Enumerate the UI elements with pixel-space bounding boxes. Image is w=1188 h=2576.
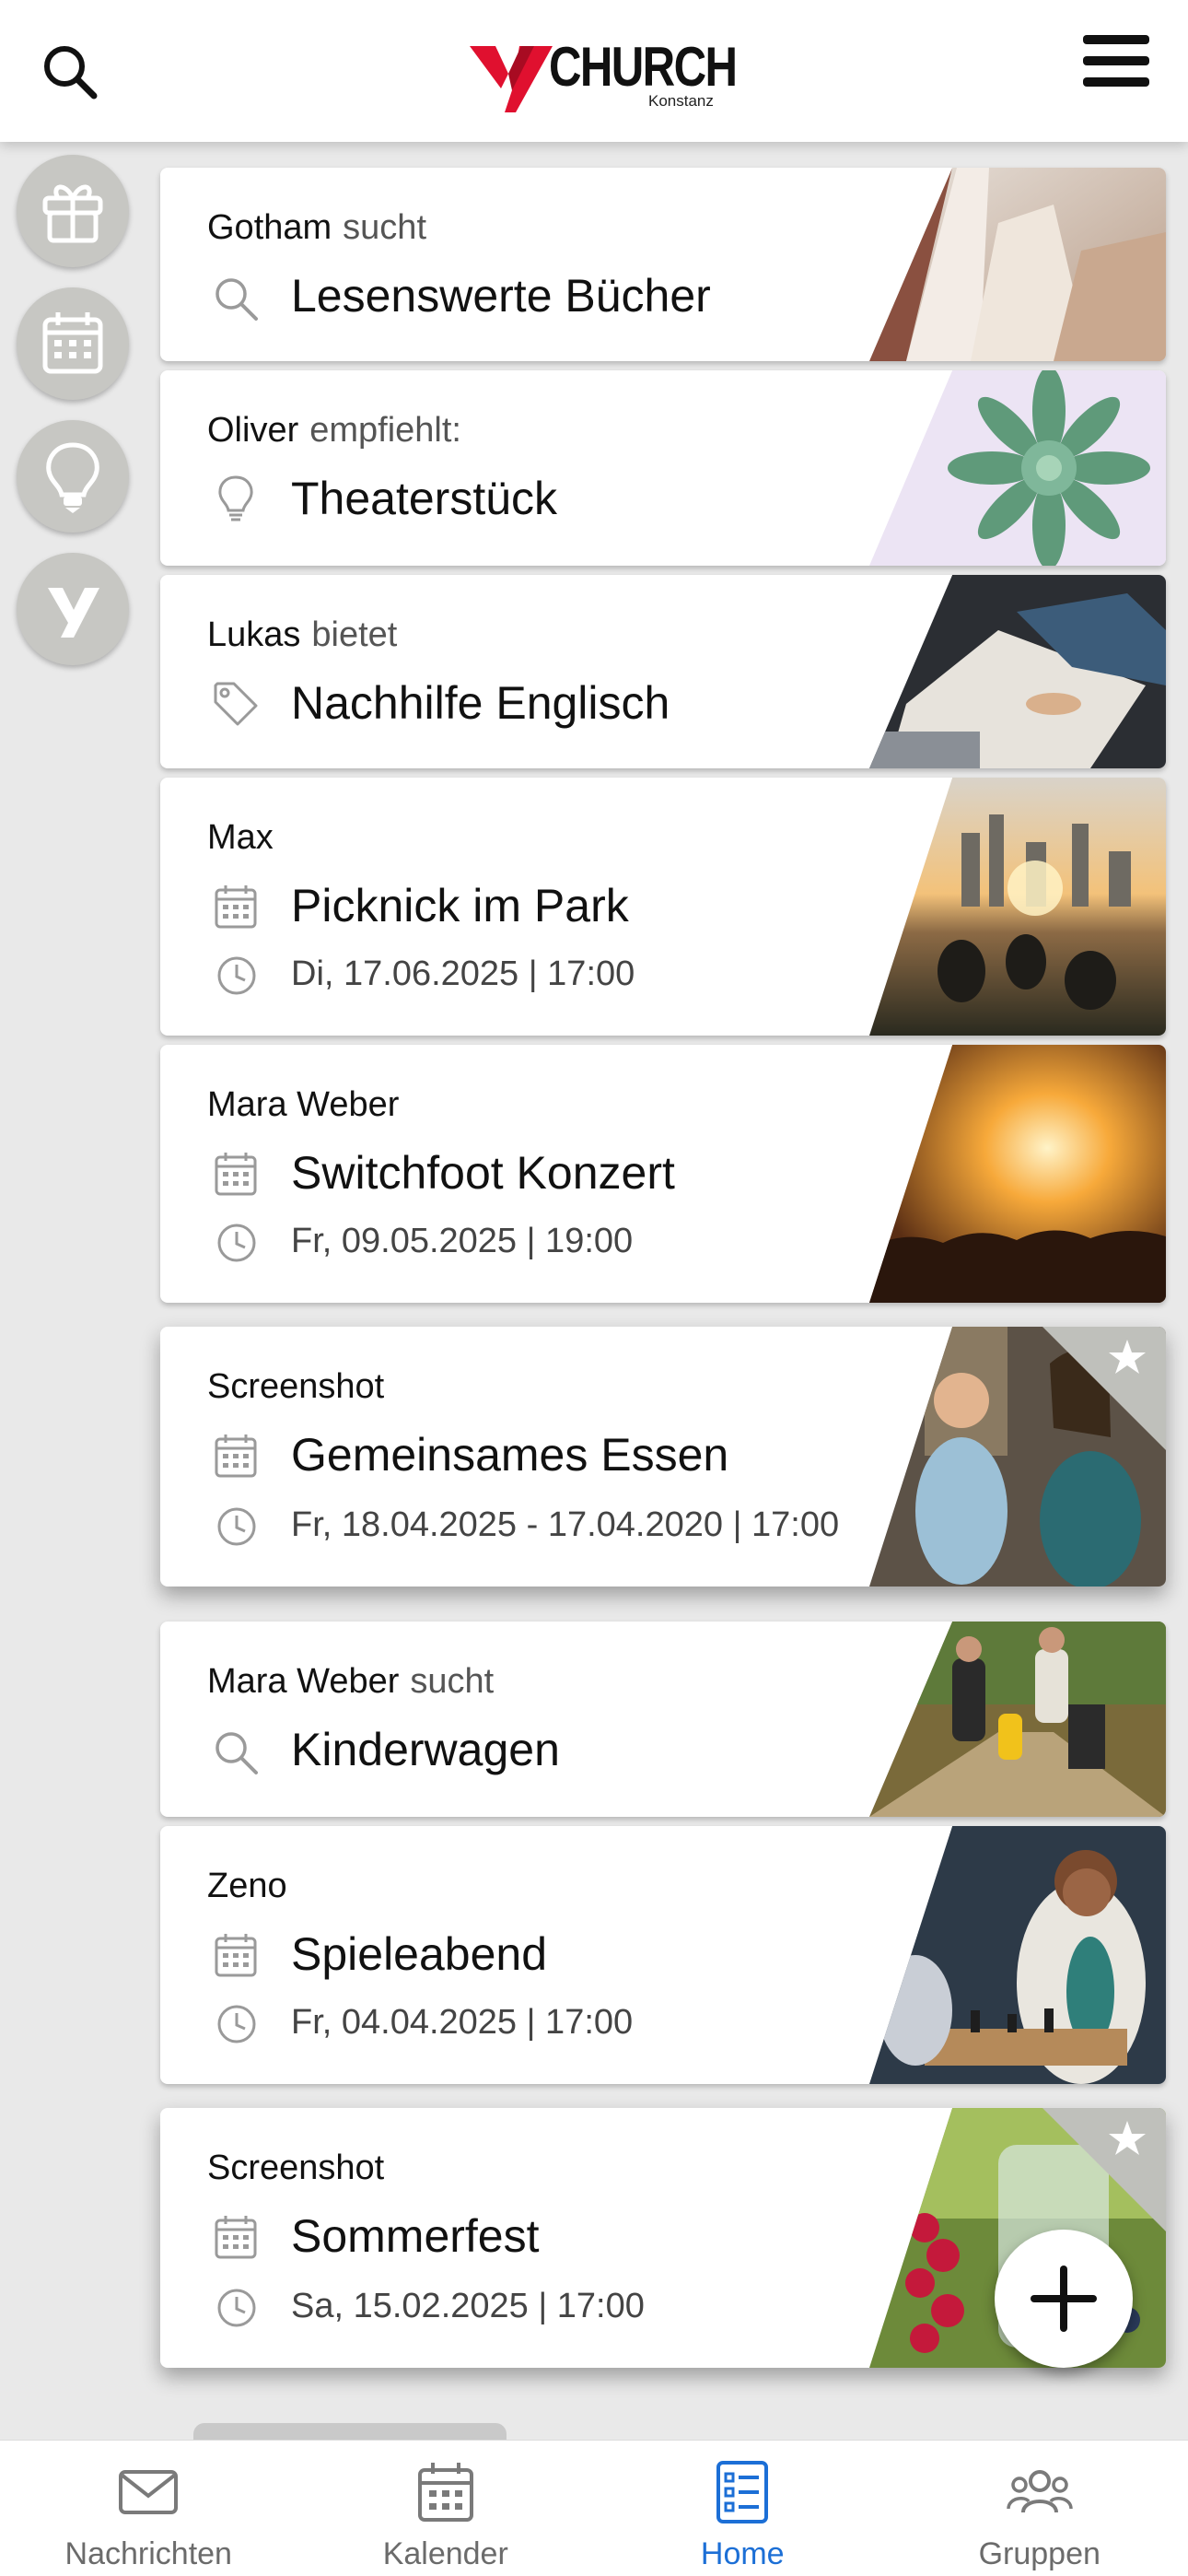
menu-bar [1083, 77, 1149, 87]
card-gemeinsames-essen[interactable]: Screenshot Gemeinsames Essen Fr, 18.04.2… [160, 1327, 1166, 1587]
card-image-picnic [869, 778, 1166, 1036]
lightbulb-icon [218, 475, 253, 521]
mail-icon [119, 2470, 179, 2514]
card-switchfoot-konzert[interactable]: Mara Weber Switchfoot Konzert Fr, 09.05.… [160, 1045, 1166, 1303]
card-nachhilfe-englisch[interactable]: Lukas bietet Nachhilfe Englisch [160, 575, 1166, 768]
card-title: Picknick im Park [291, 880, 629, 931]
calendar-icon [215, 885, 257, 929]
card-picknick-im-park[interactable]: Max Picknick im Park Di, 17.06.2025 | 17… [160, 778, 1166, 1036]
card-date: Fr, 09.05.2025 | 19:00 [291, 1222, 634, 1260]
search-icon [215, 1732, 258, 1774]
starred-corner [1042, 1327, 1166, 1450]
calendar-icon [215, 1153, 257, 1196]
card-title: Gemeinsames Essen [291, 1429, 729, 1481]
card-lesenswerte-buecher[interactable]: Gotham sucht Lesenswerte Bücher [160, 168, 1166, 361]
y-logo-mark-icon [470, 46, 553, 112]
clock-icon [217, 2289, 256, 2327]
side-button-ideas[interactable] [17, 420, 129, 533]
card-title: Theaterstück [291, 473, 558, 524]
tag-icon [214, 682, 258, 726]
card-image-study [869, 575, 1166, 768]
nav-label: Nachrichten [64, 2536, 232, 2571]
card-author: Mara Weber sucht [207, 1662, 495, 1701]
clock-icon [217, 2005, 256, 2043]
clock-icon [217, 1224, 256, 1262]
group-icon [1007, 2470, 1073, 2513]
card-author: Screenshot [207, 1367, 385, 1406]
nav-gruppen[interactable]: Gruppen [891, 2441, 1188, 2576]
nav-home[interactable]: Home [594, 2441, 891, 2576]
card-author: Gotham sucht [207, 208, 426, 247]
calendar-icon [215, 2216, 257, 2259]
calendar-icon [417, 2463, 473, 2522]
clock-icon [217, 956, 256, 995]
calendar-icon [215, 1434, 257, 1478]
nav-label: Home [700, 2536, 785, 2571]
card-author: Mara Weber [207, 1085, 400, 1124]
gift-icon [42, 184, 103, 243]
card-author: Oliver empfiehlt: [207, 411, 461, 450]
lightbulb-icon [46, 442, 99, 513]
card-image-family-walk [869, 1622, 1166, 1817]
search-icon [44, 46, 98, 100]
side-button-gifts[interactable] [17, 155, 129, 267]
logo-text: CHURCH [549, 36, 738, 98]
card-title: Sommerfest [291, 2210, 540, 2262]
card-image-concert [869, 1045, 1166, 1303]
menu-bar [1083, 35, 1149, 44]
card-author: Lukas bietet [207, 615, 398, 654]
card-theaterstueck[interactable]: Oliver empfiehlt: Theaterstück [160, 370, 1166, 566]
side-button-calendar[interactable] [17, 287, 129, 400]
logo-subtitle: Konstanz [648, 92, 714, 110]
card-date: Fr, 18.04.2025 - 17.04.2020 | 17:00 [291, 1505, 840, 1544]
calendar-icon [215, 1934, 257, 1977]
search-icon [215, 278, 258, 321]
card-title: Nachhilfe Englisch [291, 677, 670, 729]
card-image-chess [869, 1826, 1166, 2084]
menu-bar [1083, 56, 1149, 65]
card-date: Sa, 15.02.2025 | 17:00 [291, 2287, 645, 2325]
search-button[interactable] [41, 42, 99, 101]
church-logo[interactable]: CHURCH Konstanz [468, 35, 738, 114]
card-date: Fr, 04.04.2025 | 17:00 [291, 2003, 634, 2042]
card-spieleabend[interactable]: Zeno Spieleabend Fr, 04.04.2025 | 17:00 [160, 1826, 1166, 2084]
card-image-books [869, 168, 1166, 361]
nav-kalender[interactable]: Kalender [297, 2441, 595, 2576]
card-title: Switchfoot Konzert [291, 1147, 675, 1199]
add-button[interactable] [995, 2230, 1133, 2368]
card-author: Max [207, 818, 274, 857]
card-kinderwagen[interactable]: Mara Weber sucht Kinderwagen [160, 1622, 1166, 1817]
card-author: Screenshot [207, 2149, 385, 2187]
card-title: Spieleabend [291, 1928, 548, 1980]
nav-label: Kalender [382, 2536, 508, 2571]
nav-nachrichten[interactable]: Nachrichten [0, 2441, 297, 2576]
plus-icon [1031, 2266, 1097, 2332]
card-author: Zeno [207, 1867, 287, 1905]
card-image-succulent [869, 370, 1166, 566]
y-logo-icon [48, 588, 99, 638]
calendar-icon [42, 312, 103, 374]
menu-button[interactable] [1083, 31, 1149, 90]
starred-corner [1042, 2108, 1166, 2231]
nav-label: Gruppen [978, 2536, 1101, 2571]
bottom-navigation: Nachrichten Kalender Home Gruppen [0, 2440, 1188, 2576]
card-date: Di, 17.06.2025 | 17:00 [291, 954, 635, 993]
card-title: Lesenswerte Bücher [291, 270, 711, 322]
app-header: CHURCH Konstanz [0, 0, 1188, 142]
clock-icon [217, 1507, 256, 1546]
list-icon [716, 2461, 769, 2523]
side-button-ychurch[interactable] [17, 553, 129, 665]
card-title: Kinderwagen [291, 1724, 560, 1775]
